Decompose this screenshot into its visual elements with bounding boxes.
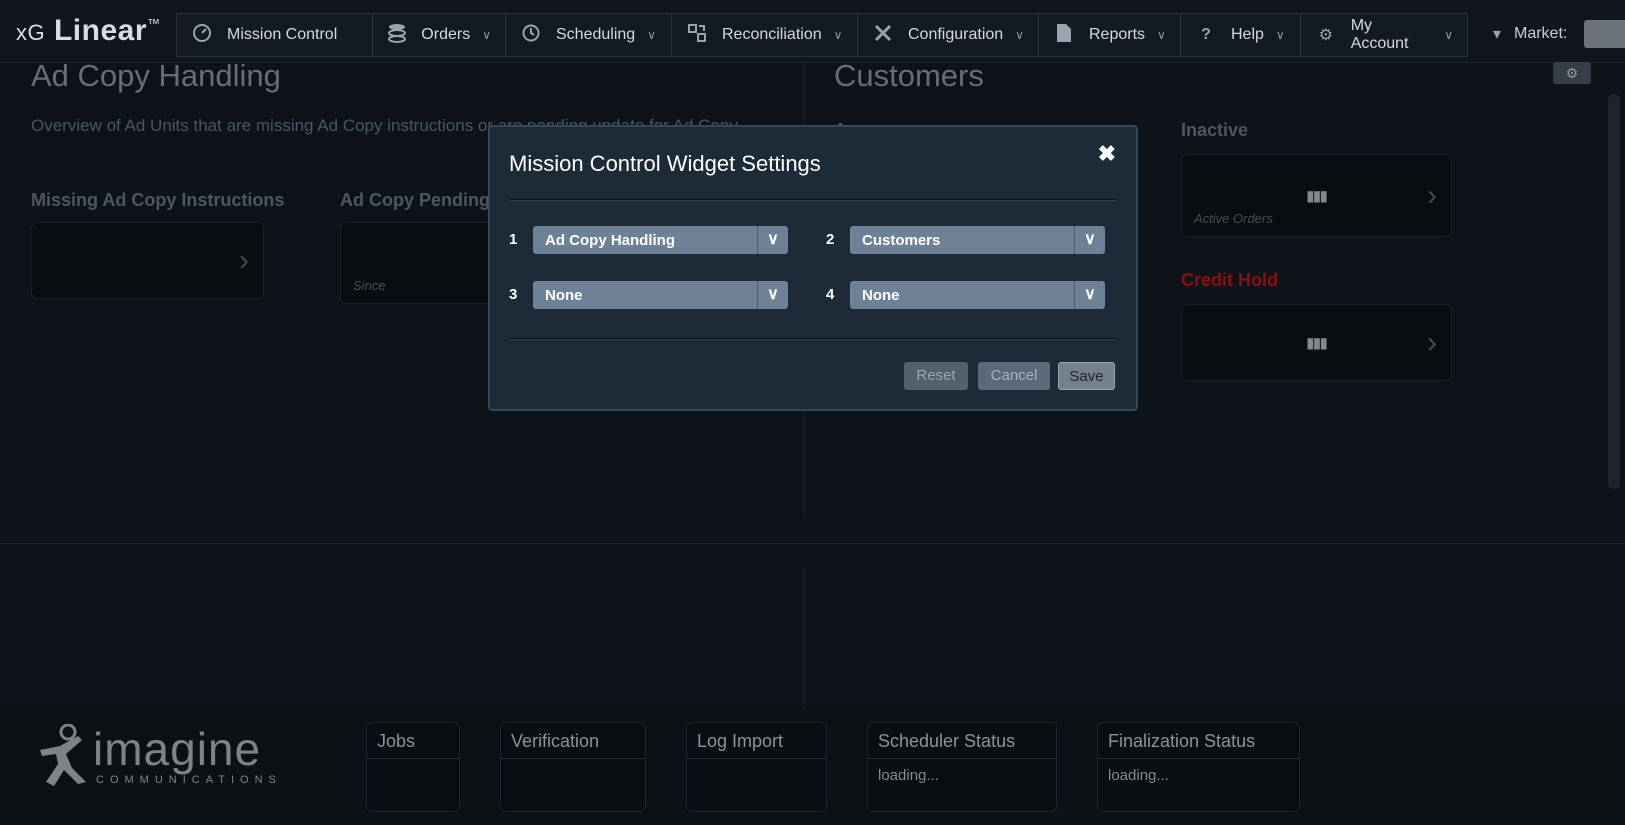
select-value: Ad Copy Handling <box>545 232 675 249</box>
reconcile-icon <box>686 23 708 48</box>
chevron-down-icon: ∨ <box>757 226 788 254</box>
slot-4-select[interactable]: None ∨ <box>850 281 1105 309</box>
chevron-down-icon: ∨ <box>1157 28 1166 42</box>
nav-scheduling[interactable]: Scheduling ∨ <box>505 13 672 57</box>
chevron-down-icon: ∨ <box>1074 226 1105 254</box>
dialog-title: Mission Control Widget Settings <box>509 151 821 176</box>
chevron-down-icon: ∨ <box>1444 28 1453 42</box>
chevron-down-icon: ∨ <box>1074 281 1105 309</box>
chevron-down-icon: ∨ <box>1275 28 1285 42</box>
slot-1-select[interactable]: Ad Copy Handling ∨ <box>533 226 788 254</box>
chevron-down-icon: ∨ <box>833 28 843 42</box>
nav-label: Orders <box>421 26 471 43</box>
slot-2-select[interactable]: Customers ∨ <box>850 226 1105 254</box>
divider <box>509 338 1117 340</box>
question-icon: ? <box>1201 26 1211 43</box>
brand-prefix: xG <box>16 20 46 45</box>
nav-label: Help <box>1231 26 1264 43</box>
nav-my-account[interactable]: ⚙ My Account ∨ <box>1300 13 1468 57</box>
select-value: None <box>862 287 900 304</box>
tools-icon <box>872 23 894 48</box>
map-pin-icon: ▾ <box>1493 26 1502 43</box>
database-icon <box>387 23 407 48</box>
slot-number: 3 <box>509 286 518 303</box>
slot-3-select[interactable]: None ∨ <box>533 281 788 309</box>
brand-name: Linear <box>53 14 147 47</box>
close-icon[interactable]: ✖ <box>1098 141 1116 167</box>
widget-settings-dialog: Mission Control Widget Settings ✖ 1 Ad C… <box>488 125 1138 411</box>
slot-number: 2 <box>826 231 835 248</box>
nav-label: Configuration <box>908 26 1004 43</box>
nav-reports[interactable]: Reports ∨ <box>1038 13 1181 57</box>
divider <box>509 199 1117 201</box>
slot-number: 4 <box>826 286 835 303</box>
save-button[interactable]: Save <box>1058 362 1115 390</box>
market-selector[interactable] <box>1584 20 1625 48</box>
chevron-down-icon: ∨ <box>1015 28 1024 42</box>
dashboard-icon <box>191 23 213 48</box>
main-nav: Mission Control Orders ∨ Scheduling ∨ Re… <box>176 13 1468 57</box>
chevron-down-icon: ∨ <box>482 28 491 42</box>
nav-label: Reports <box>1089 26 1146 43</box>
slot-number: 1 <box>509 231 518 248</box>
document-icon <box>1053 23 1075 48</box>
chevron-down-icon: ∨ <box>757 281 788 309</box>
nav-label: Reconciliation <box>722 26 822 43</box>
nav-orders[interactable]: Orders ∨ <box>372 13 506 57</box>
brand-trademark: ™ <box>147 16 161 31</box>
nav-help[interactable]: ? Help ∨ <box>1180 13 1301 57</box>
nav-mission-control[interactable]: Mission Control <box>176 13 373 57</box>
select-value: None <box>545 287 583 304</box>
chevron-down-icon: ∨ <box>647 28 656 42</box>
nav-label: Mission Control <box>227 26 338 43</box>
nav-configuration[interactable]: Configuration ∨ <box>857 13 1039 57</box>
nav-label: My Account <box>1350 17 1409 52</box>
market-label: Market: <box>1514 25 1568 42</box>
gear-icon: ⚙ <box>1318 27 1334 44</box>
select-value: Customers <box>862 232 941 249</box>
top-navigation-bar: xG Linear™ Mission Control Orders ∨ Sche… <box>0 0 1625 63</box>
history-icon <box>520 23 542 48</box>
reset-button[interactable]: Reset <box>904 362 968 390</box>
app-logo[interactable]: xG Linear™ <box>16 14 161 48</box>
nav-reconciliation[interactable]: Reconciliation ∨ <box>671 13 858 57</box>
nav-label: Scheduling <box>556 26 636 43</box>
cancel-button[interactable]: Cancel <box>978 362 1050 390</box>
